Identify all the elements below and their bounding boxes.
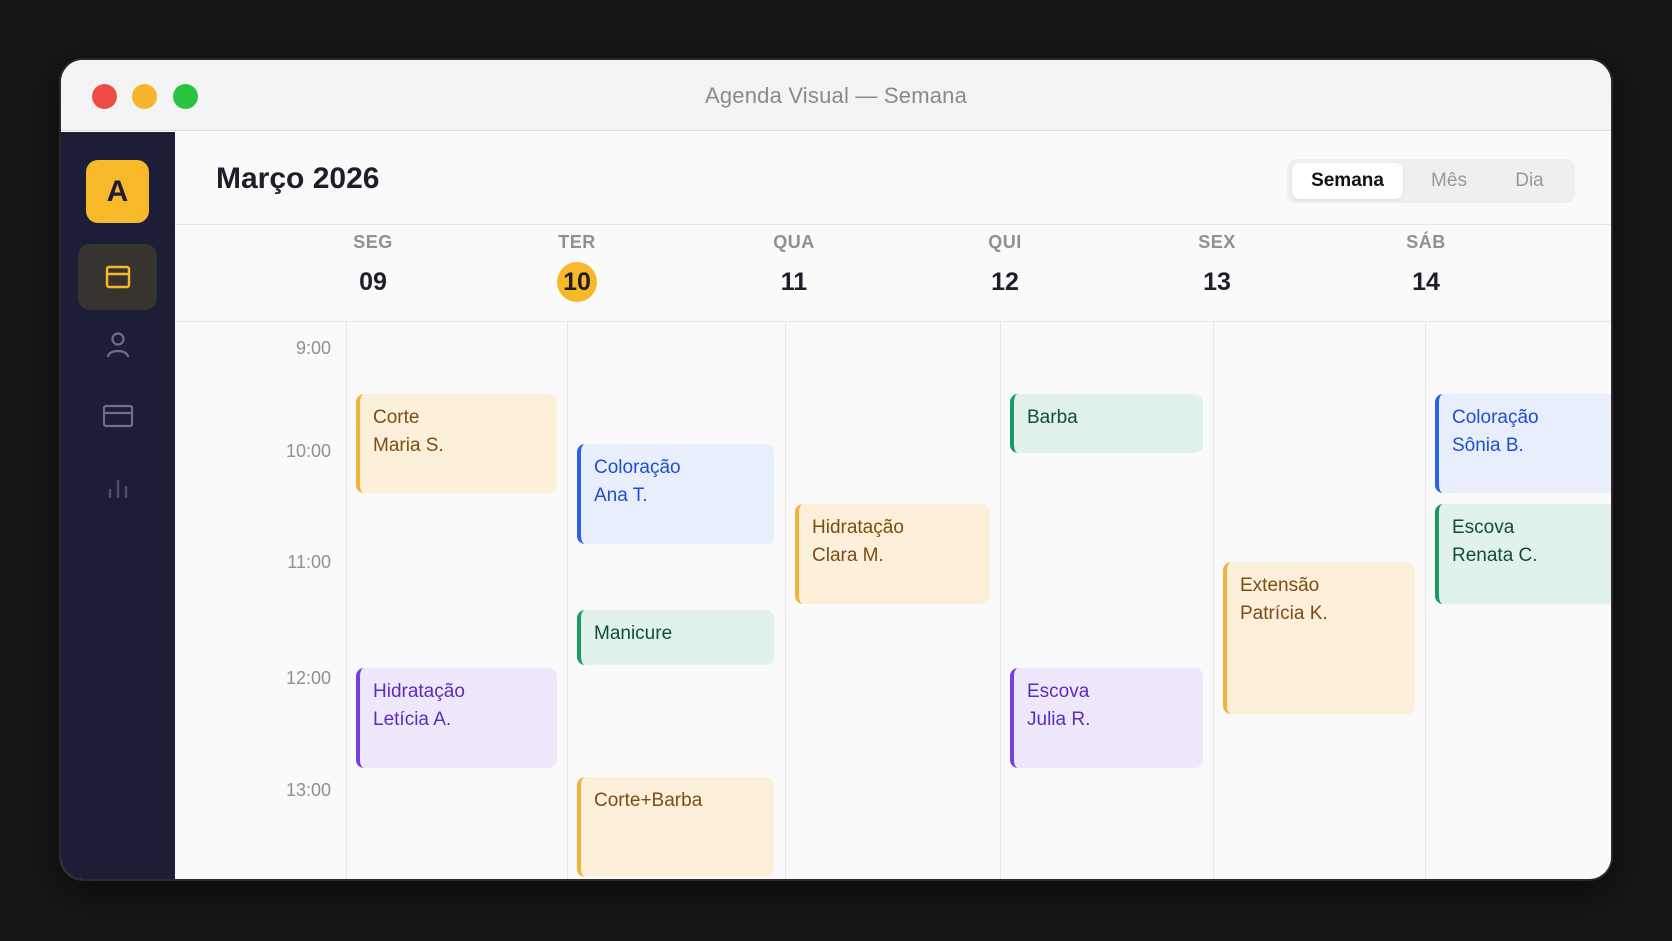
today-date-badge: 10 [557, 262, 597, 302]
event-title: Corte [373, 407, 420, 428]
column-divider [567, 322, 568, 879]
time-label: 12:00 [285, 668, 331, 688]
header-divider [175, 224, 1611, 225]
event-title: Escova [1452, 517, 1515, 538]
event-title: Coloração [1452, 407, 1539, 428]
event-card[interactable]: Hidratação Letícia A. [356, 668, 557, 768]
day-date: 09 [359, 268, 387, 296]
event-title: Barba [1027, 407, 1078, 428]
bar-chart-icon [108, 480, 127, 498]
event-client: Sônia B. [1452, 435, 1524, 456]
event-client: Renata C. [1452, 545, 1538, 566]
avatar[interactable]: A [86, 160, 149, 223]
app-window: Agenda Visual — Semana A Março 2026 Sema… [61, 60, 1611, 879]
view-week-button[interactable]: Semana [1292, 163, 1403, 199]
sidebar-item-reports[interactable] [78, 454, 157, 520]
day-name: SEX [1198, 232, 1236, 252]
sidebar-item-payments[interactable] [78, 383, 157, 449]
grid-top-divider [175, 321, 1611, 322]
calendar-icon [105, 265, 130, 289]
event-client: Clara M. [812, 545, 884, 566]
event-card[interactable]: Coloração Sônia B. [1435, 394, 1611, 493]
day-header-wed[interactable]: QUA 11 [694, 232, 894, 302]
calendar-main: Março 2026 Semana Mês Dia SEG 09 TER 10 … [175, 132, 1611, 879]
event-card[interactable]: Barba [1010, 394, 1203, 453]
event-title: Corte+Barba [594, 790, 703, 811]
view-switcher: Semana Mês Dia [1287, 159, 1575, 203]
event-client: Ana T. [594, 485, 648, 506]
sidebar-item-clients[interactable] [78, 312, 157, 378]
day-name: SÁB [1406, 232, 1446, 252]
event-card[interactable]: Extensão Patrícia K. [1223, 562, 1415, 714]
sidebar: A [61, 132, 175, 879]
day-header-sat[interactable]: SÁB 14 [1326, 232, 1526, 302]
column-divider [1000, 322, 1001, 879]
column-divider [1213, 322, 1214, 879]
title-bar: Agenda Visual — Semana [61, 60, 1611, 131]
event-title: Extensão [1240, 575, 1320, 596]
sidebar-item-calendar[interactable] [78, 244, 157, 310]
column-divider [785, 322, 786, 879]
day-header-tue[interactable]: TER 10 [477, 232, 677, 302]
time-label: 13:00 [285, 780, 331, 800]
day-date: 14 [1412, 268, 1440, 296]
event-card[interactable]: Corte Maria S. [356, 394, 557, 493]
month-title: Março 2026 [216, 162, 380, 195]
day-name: TER [558, 232, 596, 252]
day-date: 12 [991, 268, 1019, 296]
time-label: 10:00 [285, 441, 331, 461]
credit-card-icon [102, 404, 133, 428]
day-header-thu[interactable]: QUI 12 [905, 232, 1105, 302]
day-header-fri[interactable]: SEX 13 [1117, 232, 1317, 302]
day-date: 13 [1203, 268, 1231, 296]
event-card[interactable]: Escova Renata C. [1435, 504, 1611, 604]
day-date: 11 [780, 268, 808, 296]
event-card[interactable]: Hidratação Clara M. [795, 504, 990, 604]
day-header-mon[interactable]: SEG 09 [273, 232, 473, 302]
event-card[interactable]: Manicure [577, 610, 774, 665]
event-client: Maria S. [373, 435, 444, 456]
event-title: Coloração [594, 457, 681, 478]
column-divider [1425, 322, 1426, 879]
event-client: Julia R. [1027, 709, 1091, 730]
event-title: Manicure [594, 623, 673, 644]
event-card[interactable]: Escova Julia R. [1010, 668, 1203, 768]
event-title: Hidratação [812, 517, 904, 538]
event-card[interactable]: Corte+Barba [577, 777, 774, 877]
view-month-button[interactable]: Mês [1409, 163, 1489, 199]
event-card[interactable]: Coloração Ana T. [577, 444, 774, 544]
user-icon [106, 332, 129, 358]
time-label: 11:00 [287, 552, 331, 572]
event-title: Escova [1027, 681, 1090, 702]
window-title: Agenda Visual — Semana [704, 83, 968, 108]
event-client: Letícia A. [373, 709, 452, 730]
event-title: Hidratação [373, 681, 465, 702]
column-divider [346, 322, 347, 879]
view-day-button[interactable]: Dia [1492, 163, 1567, 199]
day-name: SEG [353, 232, 393, 252]
event-client: Patrícia K. [1240, 603, 1328, 624]
time-label: 9:00 [295, 338, 331, 358]
day-name: QUA [773, 232, 815, 252]
day-name: QUI [988, 232, 1022, 252]
